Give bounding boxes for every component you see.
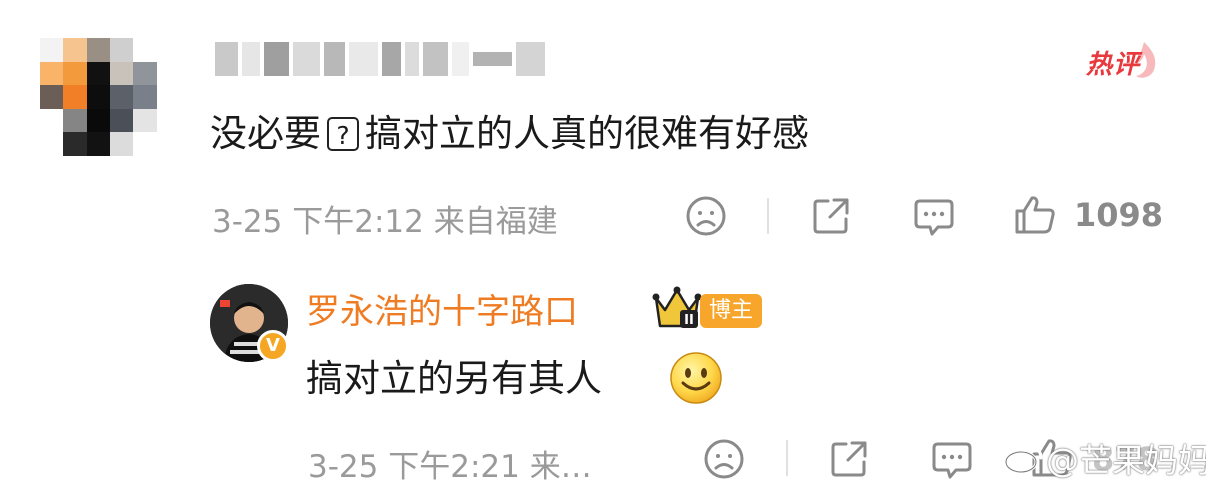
dislike-face-icon[interactable]: [685, 195, 727, 237]
reply-date: 3-25: [308, 449, 379, 485]
comment-text-before: 没必要: [210, 112, 321, 155]
like-count: 1098: [1074, 196, 1164, 234]
comment-date: 3-25: [212, 204, 283, 240]
hot-label: 热评: [1086, 50, 1141, 80]
commenter-avatar-pixelated[interactable]: [40, 38, 180, 156]
comment-location: 来自福建: [433, 204, 558, 240]
crown-level-text: II: [684, 313, 694, 328]
verified-badge-icon: V: [257, 330, 289, 362]
comment-time: 下午2:12: [292, 204, 424, 240]
comment-meta: 3-25 下午2:12 来自福建: [212, 196, 558, 241]
action-divider: [767, 198, 769, 234]
action-divider: [786, 440, 788, 476]
reply-time: 下午2:21: [388, 449, 520, 485]
comment-text-after: 搞对立的人真的很难有好感: [365, 112, 809, 155]
watermark-text: @芒果妈妈: [1046, 441, 1206, 480]
commenter-name-pixelated[interactable]: [215, 38, 545, 80]
reply-author-name[interactable]: 罗永浩的十字路口: [306, 284, 578, 333]
reply-meta: 3-25 下午2:21 来…: [308, 441, 592, 486]
reply-location-truncated: 来…: [529, 449, 592, 485]
reply-body: 搞对立的另有其人: [306, 357, 602, 400]
dislike-face-icon[interactable]: [703, 438, 745, 480]
hot-comment-badge: 热评: [1086, 40, 1164, 84]
weibo-logo-icon: [1004, 444, 1044, 474]
like-thumb-icon[interactable]: [1013, 193, 1057, 237]
comment-icon[interactable]: [912, 195, 956, 239]
comment-body: 没必要? 搞对立的人真的很难有好感: [210, 108, 809, 160]
share-icon[interactable]: [810, 195, 852, 237]
comment-icon[interactable]: [930, 438, 974, 482]
share-icon[interactable]: [828, 438, 870, 480]
unknown-emoji-icon: ?: [327, 117, 359, 151]
smile-emoji-icon: [668, 350, 724, 406]
blogger-badge: 博主: [700, 294, 762, 328]
crown-level-icon: II: [652, 284, 702, 330]
